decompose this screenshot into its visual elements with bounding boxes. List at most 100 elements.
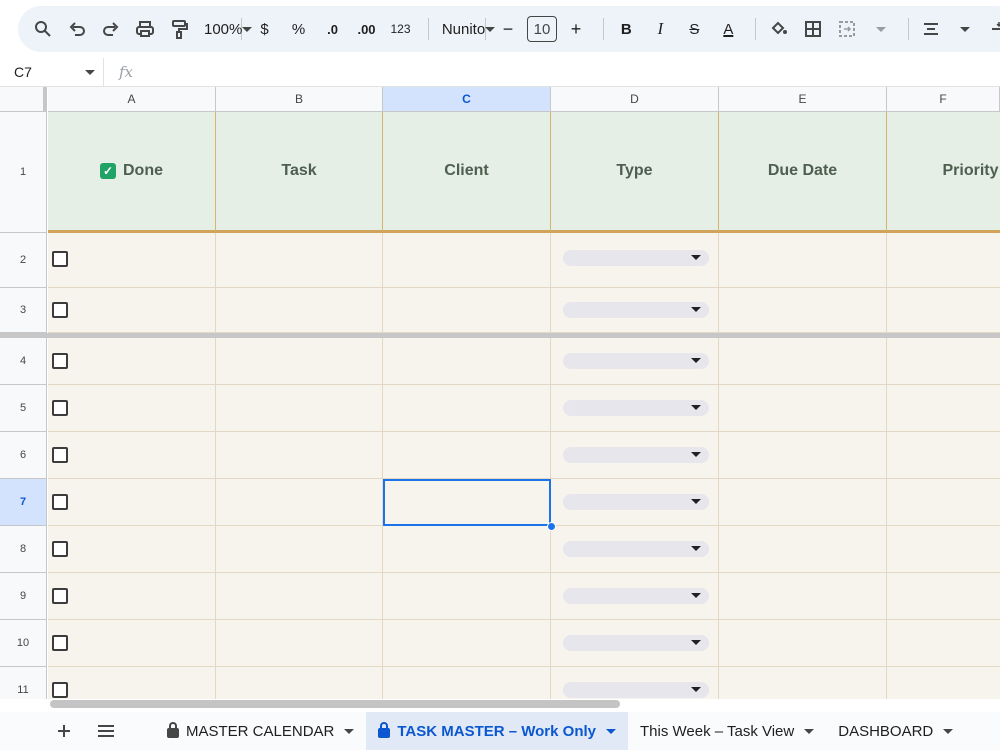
- done-cell[interactable]: [48, 526, 216, 573]
- percent-button[interactable]: %: [284, 13, 314, 45]
- print-icon[interactable]: [130, 13, 160, 45]
- type-dropdown[interactable]: [563, 541, 709, 557]
- checkbox[interactable]: [52, 494, 68, 510]
- chevron-down-icon[interactable]: [344, 728, 355, 734]
- vertical-align-icon[interactable]: [984, 13, 1000, 45]
- client-cell[interactable]: [383, 338, 551, 385]
- row-header-7[interactable]: 7: [0, 479, 47, 526]
- type-dropdown[interactable]: [563, 682, 709, 698]
- done-cell[interactable]: [48, 385, 216, 432]
- done-cell[interactable]: [48, 667, 216, 699]
- done-cell[interactable]: [48, 573, 216, 620]
- header-cell-client[interactable]: Client: [383, 112, 551, 233]
- checkbox[interactable]: [52, 682, 68, 698]
- column-header-f[interactable]: F: [887, 87, 1000, 112]
- zoom-select[interactable]: 100%: [198, 13, 253, 45]
- priority-cell[interactable]: [887, 479, 1000, 526]
- header-cell-task[interactable]: Task: [216, 112, 383, 233]
- italic-button[interactable]: I: [645, 13, 675, 45]
- client-cell[interactable]: [383, 526, 551, 573]
- font-select[interactable]: Nunito: [436, 13, 496, 45]
- checkbox[interactable]: [52, 251, 68, 267]
- fill-handle[interactable]: [547, 522, 556, 531]
- priority-cell[interactable]: [887, 338, 1000, 385]
- due-date-cell[interactable]: [719, 526, 887, 573]
- chevron-down-icon[interactable]: [606, 728, 616, 734]
- all-sheets-menu-icon[interactable]: [85, 712, 127, 750]
- priority-cell[interactable]: [887, 432, 1000, 479]
- type-cell[interactable]: [551, 526, 719, 573]
- row-header-8[interactable]: 8: [0, 526, 47, 573]
- row-header-10[interactable]: 10: [0, 620, 47, 667]
- type-cell[interactable]: [551, 233, 719, 288]
- client-cell[interactable]: [383, 233, 551, 288]
- column-header-e[interactable]: E: [719, 87, 887, 112]
- horizontal-scrollbar[interactable]: [50, 700, 620, 708]
- row-header-3[interactable]: 3: [0, 288, 47, 333]
- checkbox[interactable]: [52, 447, 68, 463]
- checkbox[interactable]: [52, 400, 68, 416]
- type-cell[interactable]: [551, 620, 719, 667]
- client-cell[interactable]: [383, 432, 551, 479]
- currency-button[interactable]: $: [250, 13, 280, 45]
- add-sheet-icon[interactable]: [43, 712, 85, 750]
- type-dropdown[interactable]: [563, 400, 709, 416]
- chevron-down-icon[interactable]: [804, 728, 815, 734]
- due-date-cell[interactable]: [719, 479, 887, 526]
- priority-cell[interactable]: [887, 667, 1000, 699]
- tab-dashboard[interactable]: DASHBOARD: [826, 712, 965, 750]
- due-date-cell[interactable]: [719, 338, 887, 385]
- type-dropdown[interactable]: [563, 302, 709, 318]
- select-all-corner[interactable]: [0, 87, 47, 112]
- row-header-5[interactable]: 5: [0, 385, 47, 432]
- decrease-font-size-button[interactable]: −: [493, 13, 523, 45]
- task-cell[interactable]: [216, 288, 383, 333]
- task-cell[interactable]: [216, 385, 383, 432]
- type-cell[interactable]: [551, 338, 719, 385]
- row-header-4[interactable]: 4: [0, 338, 47, 385]
- row-header-9[interactable]: 9: [0, 573, 47, 620]
- formula-input[interactable]: [148, 58, 1000, 87]
- column-header-d[interactable]: D: [551, 87, 719, 112]
- done-cell[interactable]: [48, 479, 216, 526]
- due-date-cell[interactable]: [719, 288, 887, 333]
- type-dropdown[interactable]: [563, 635, 709, 651]
- font-size-input[interactable]: 10: [527, 13, 558, 45]
- task-cell[interactable]: [216, 479, 383, 526]
- more-formats-button[interactable]: 123: [386, 13, 416, 45]
- task-cell[interactable]: [216, 338, 383, 385]
- priority-cell[interactable]: [887, 526, 1000, 573]
- client-cell[interactable]: [383, 385, 551, 432]
- undo-icon[interactable]: [62, 13, 92, 45]
- borders-icon[interactable]: [798, 13, 828, 45]
- header-cell-done[interactable]: ✓ Done: [48, 112, 216, 233]
- increase-decimal-button[interactable]: .00: [352, 13, 382, 45]
- client-cell[interactable]: [383, 573, 551, 620]
- due-date-cell[interactable]: [719, 385, 887, 432]
- checkbox[interactable]: [52, 635, 68, 651]
- priority-cell[interactable]: [887, 233, 1000, 288]
- type-cell[interactable]: [551, 385, 719, 432]
- chevron-down-icon[interactable]: [943, 728, 954, 734]
- column-header-a[interactable]: A: [48, 87, 216, 112]
- align-options-icon[interactable]: [950, 13, 980, 45]
- priority-cell[interactable]: [887, 573, 1000, 620]
- row-header-1[interactable]: 1: [0, 112, 47, 233]
- due-date-cell[interactable]: [719, 233, 887, 288]
- done-cell[interactable]: [48, 338, 216, 385]
- checkbox[interactable]: [52, 588, 68, 604]
- priority-cell[interactable]: [887, 385, 1000, 432]
- type-dropdown[interactable]: [563, 353, 709, 369]
- done-cell[interactable]: [48, 233, 216, 288]
- type-dropdown[interactable]: [563, 447, 709, 463]
- decrease-decimal-button[interactable]: .0: [318, 13, 348, 45]
- type-cell[interactable]: [551, 573, 719, 620]
- name-box[interactable]: C7: [0, 57, 104, 87]
- done-cell[interactable]: [48, 620, 216, 667]
- selected-cell-c7[interactable]: [383, 479, 551, 526]
- checkbox[interactable]: [52, 353, 68, 369]
- task-cell[interactable]: [216, 573, 383, 620]
- due-date-cell[interactable]: [719, 667, 887, 699]
- bold-button[interactable]: B: [611, 13, 641, 45]
- priority-cell[interactable]: [887, 288, 1000, 333]
